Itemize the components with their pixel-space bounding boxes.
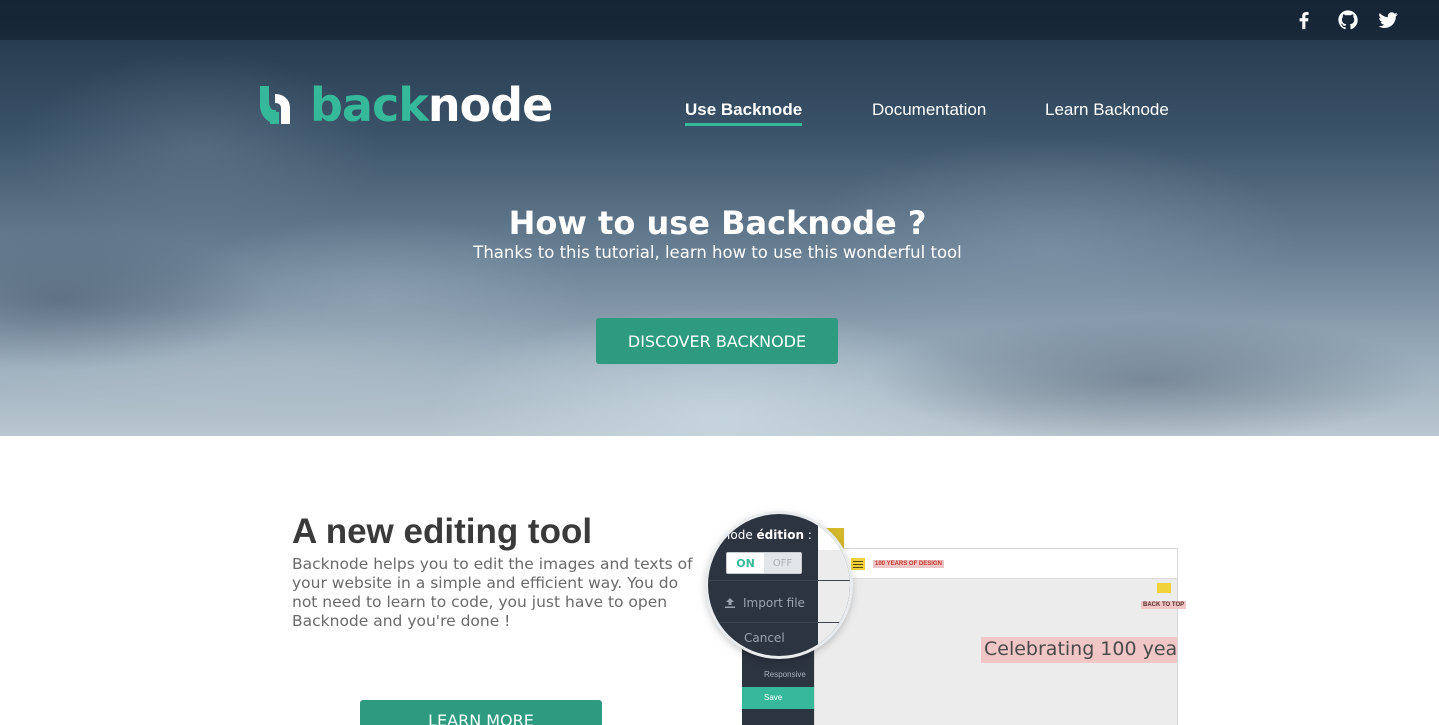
toggle-off: OFF [764,553,801,573]
twitter-icon[interactable] [1376,8,1400,32]
feature-title: A new editing tool [292,512,593,551]
upload-icon [725,598,735,608]
nav-documentation[interactable]: Documentation [872,100,986,120]
mockup-back-to-top: BACK TO TOP [1141,601,1187,609]
hero-subtitle: Thanks to this tutorial, learn how to us… [473,243,962,262]
nav-learn-backnode[interactable]: Learn Backnode [1045,100,1169,120]
logo-text-node: node [427,78,553,132]
arrow-up-icon [1157,583,1171,593]
feature-description: Backnode helps you to edit the images an… [292,555,693,630]
mode-edition-label: Mode édition : [720,528,812,542]
hamburger-icon [851,558,865,570]
import-file-item: Import file [724,596,805,610]
hero-title: How to use Backnode ? [508,204,927,242]
backnode-logo-icon [260,86,290,124]
mockup-save-item: Save [742,687,814,709]
toggle-on: ON [727,553,764,573]
backnode-logo[interactable]: backnode [258,82,553,128]
learn-more-button[interactable]: LEARN MORE [360,700,602,725]
cancel-item: Cancel [744,631,785,645]
mode-edition-toggle: ON OFF [726,552,802,574]
mockup-years-badge: 100 YEARS OF DESIGN [873,560,944,568]
mockup-headline: Celebrating 100 years of [981,637,1177,663]
mockup-responsive-item: Responsive [764,670,806,679]
github-icon[interactable] [1336,8,1360,32]
mockup-header: 100 YEARS OF DESIGN [815,549,1177,579]
nav-use-backnode[interactable]: Use Backnode [685,100,803,126]
discover-backnode-button[interactable]: DISCOVER BACKNODE [596,318,838,364]
magnifier-zoom: Mode édition : ON OFF Import file Cancel [708,514,850,656]
facebook-icon[interactable] [1292,8,1316,32]
mockup-page: 100 YEARS OF DESIGN BACK TO TOP Celebrat… [814,548,1187,725]
top-bar [0,0,1439,40]
logo-text-back: back [310,78,429,132]
